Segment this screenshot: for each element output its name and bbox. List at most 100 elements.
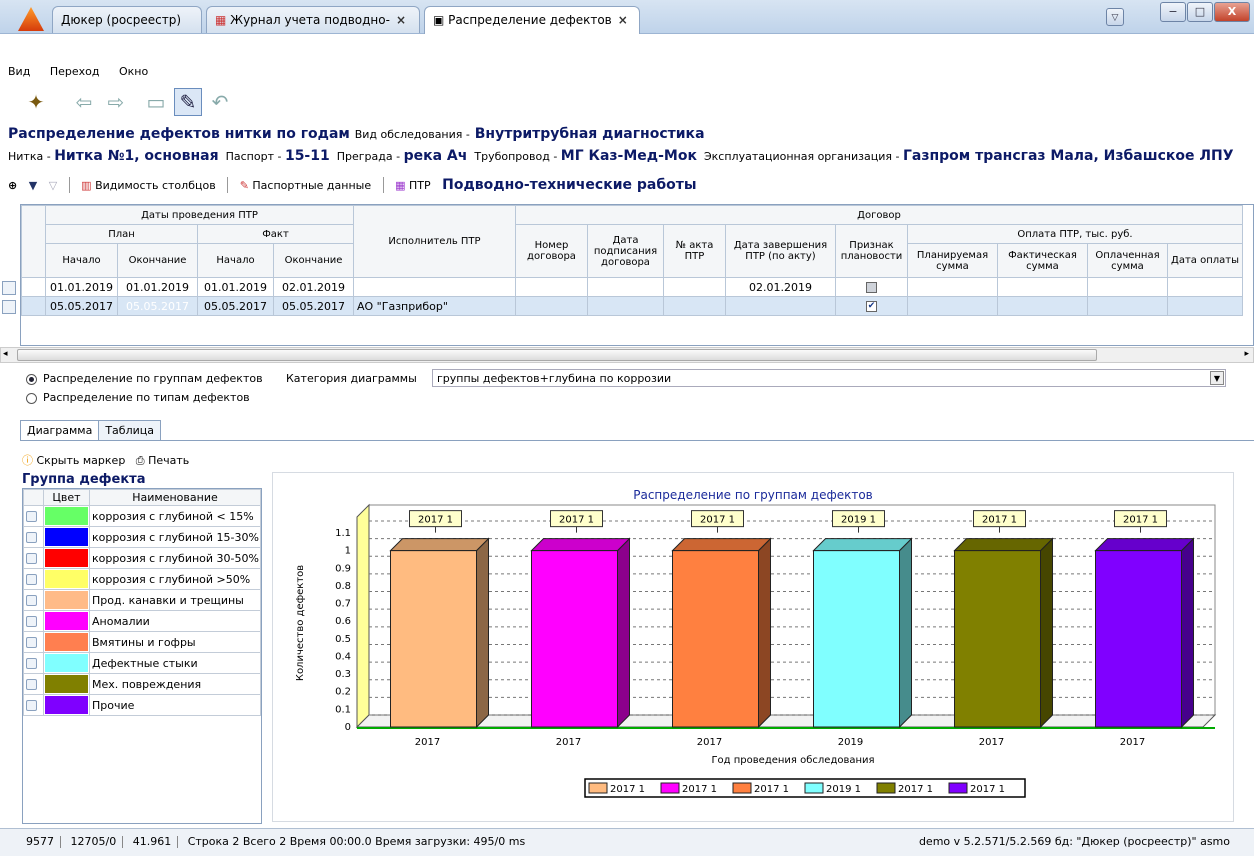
cell-executor[interactable]: АО "Газприбор" [353,296,516,316]
menu-navigate[interactable]: Переход [50,65,100,78]
col-sign-date[interactable]: Дата подписания договора [587,224,664,278]
tab-journal[interactable]: ▦ Журнал учета подводно- × [206,6,420,33]
cell-paid-sum[interactable] [1087,296,1168,316]
cell-plan-end[interactable]: 01.01.2019 [117,277,198,297]
close-icon[interactable]: × [396,13,406,27]
row-checkbox[interactable] [26,553,37,564]
planned-checkbox[interactable] [866,282,877,293]
save-icon[interactable]: ▭ [142,88,170,116]
legend-row[interactable]: Прод. канавки и трещины [23,589,261,611]
cell-act-no[interactable] [663,296,726,316]
tab-diagram[interactable]: Диаграмма [20,420,100,440]
legend-check[interactable] [23,631,44,653]
cell-paid-sum[interactable] [1087,277,1168,297]
row-checkbox[interactable] [26,637,37,648]
legend-check[interactable] [23,589,44,611]
clear-filter-icon[interactable]: ▽ [49,179,57,192]
legend-row[interactable]: Вмятины и гофры [23,631,261,653]
row-checkbox[interactable] [26,511,37,522]
table-row[interactable]: 05.05.2017 05.05.2017 05.05.2017 05.05.2… [21,296,1243,316]
tab-list-icon[interactable]: ▽ [1106,8,1124,26]
undo-icon[interactable]: ↶ [206,88,234,116]
hide-marker-button[interactable]: ⓘ Скрыть маркер [22,454,125,467]
tab-table[interactable]: Таблица [98,420,161,440]
legend-row[interactable]: Дефектные стыки [23,652,261,674]
col-fact-start[interactable]: Начало [197,243,274,278]
filter-icon[interactable]: ▼ [29,179,37,192]
row-checkbox[interactable] [26,658,37,669]
row-checkbox[interactable] [2,300,16,314]
binoculars-icon[interactable]: ⊕ [8,179,17,192]
planned-checkbox[interactable]: ✔ [866,301,877,312]
col-paid-sum[interactable]: Оплаченная сумма [1087,243,1168,278]
col-plan-end[interactable]: Окончание [117,243,198,278]
cell-fact-end[interactable]: 05.05.2017 [273,296,354,316]
radio-by-types[interactable]: Распределение по типам дефектов [26,391,263,404]
print-button[interactable]: ⎙ Печать [136,454,189,467]
legend-row[interactable]: коррозия с глубиной < 15% [23,505,261,527]
edit-icon[interactable]: ✎ [174,88,202,116]
tab-distribution[interactable]: ▣ Распределение дефектов × [424,6,640,34]
cell-planned[interactable]: ✔ [835,296,908,316]
tab-dyuker[interactable]: Дюкер (росреестр) [52,6,202,33]
col-planned[interactable]: Признак плановости [835,224,908,278]
cell-plan-sum[interactable] [907,296,998,316]
cell-finish-date[interactable] [725,296,836,316]
passport-data-button[interactable]: ✎ Паспортные данные [240,179,371,192]
back-arrow-icon[interactable]: ⇦ [70,88,98,116]
col-fact-sum[interactable]: Фактическая сумма [997,243,1088,278]
legend-row[interactable]: коррозия с глубиной 15-30% [23,526,261,548]
cell-fact-sum[interactable] [997,296,1088,316]
cell-plan-sum[interactable] [907,277,998,297]
cell-contract-no[interactable] [515,277,588,297]
scroll-right-icon[interactable]: ▸ [1244,349,1249,359]
legend-row[interactable]: Прочие [23,694,261,716]
radio-by-groups[interactable]: Распределение по группам дефектов [26,372,263,385]
legend-row[interactable]: Аномалии [23,610,261,632]
chevron-down-icon[interactable]: ▼ [1210,371,1224,385]
cell-fact-sum[interactable] [997,277,1088,297]
scroll-thumb[interactable] [17,349,1097,361]
ptr-button[interactable]: ▦ ПТР [395,179,431,192]
legend-row[interactable]: коррозия с глубиной 30-50% [23,547,261,569]
close-icon[interactable]: × [618,13,628,27]
row-checkbox[interactable] [26,574,37,585]
legend-check[interactable] [23,547,44,569]
cell-fact-start[interactable]: 05.05.2017 [197,296,274,316]
cell-act-no[interactable] [663,277,726,297]
close-window-button[interactable]: X [1214,2,1250,22]
legend-check[interactable] [23,694,44,716]
col-plan-sum[interactable]: Планируемая сумма [907,243,998,278]
cell-planned[interactable] [835,277,908,297]
menu-view[interactable]: Вид [8,65,30,78]
cell-contract-no[interactable] [515,296,588,316]
legend-check[interactable] [23,610,44,632]
filter-wand-icon[interactable]: ✦ [22,88,50,116]
category-select[interactable]: группы дефектов+глубина по коррозии ▼ [432,369,1226,387]
legend-check[interactable] [23,505,44,527]
col-plan-start[interactable]: Начало [45,243,118,278]
forward-arrow-icon[interactable]: ⇨ [102,88,130,116]
scroll-left-icon[interactable]: ◂ [3,349,8,359]
cell-executor[interactable] [353,277,516,297]
row-checkbox[interactable] [26,616,37,627]
cell-plan-start[interactable]: 05.05.2017 [45,296,118,316]
cell-pay-date[interactable] [1167,296,1243,316]
cell-fact-start[interactable]: 01.01.2019 [197,277,274,297]
menu-window[interactable]: Окно [119,65,148,78]
col-contract-no[interactable]: Номер договора [515,224,588,278]
minimize-button[interactable]: − [1160,2,1186,22]
cell-sign-date[interactable] [587,277,664,297]
row-checkbox[interactable] [2,281,16,295]
row-checkbox[interactable] [26,595,37,606]
cell-pay-date[interactable] [1167,277,1243,297]
table-row[interactable]: 01.01.2019 01.01.2019 01.01.2019 02.01.2… [21,277,1243,297]
cell-finish-date[interactable]: 02.01.2019 [725,277,836,297]
legend-check[interactable] [23,568,44,590]
col-act-no[interactable]: № акта ПТР [663,224,726,278]
col-fact-end[interactable]: Окончание [273,243,354,278]
column-visibility-button[interactable]: ▥ Видимость столбцов [81,179,216,192]
cell-sign-date[interactable] [587,296,664,316]
legend-check[interactable] [23,673,44,695]
legend-check[interactable] [23,526,44,548]
